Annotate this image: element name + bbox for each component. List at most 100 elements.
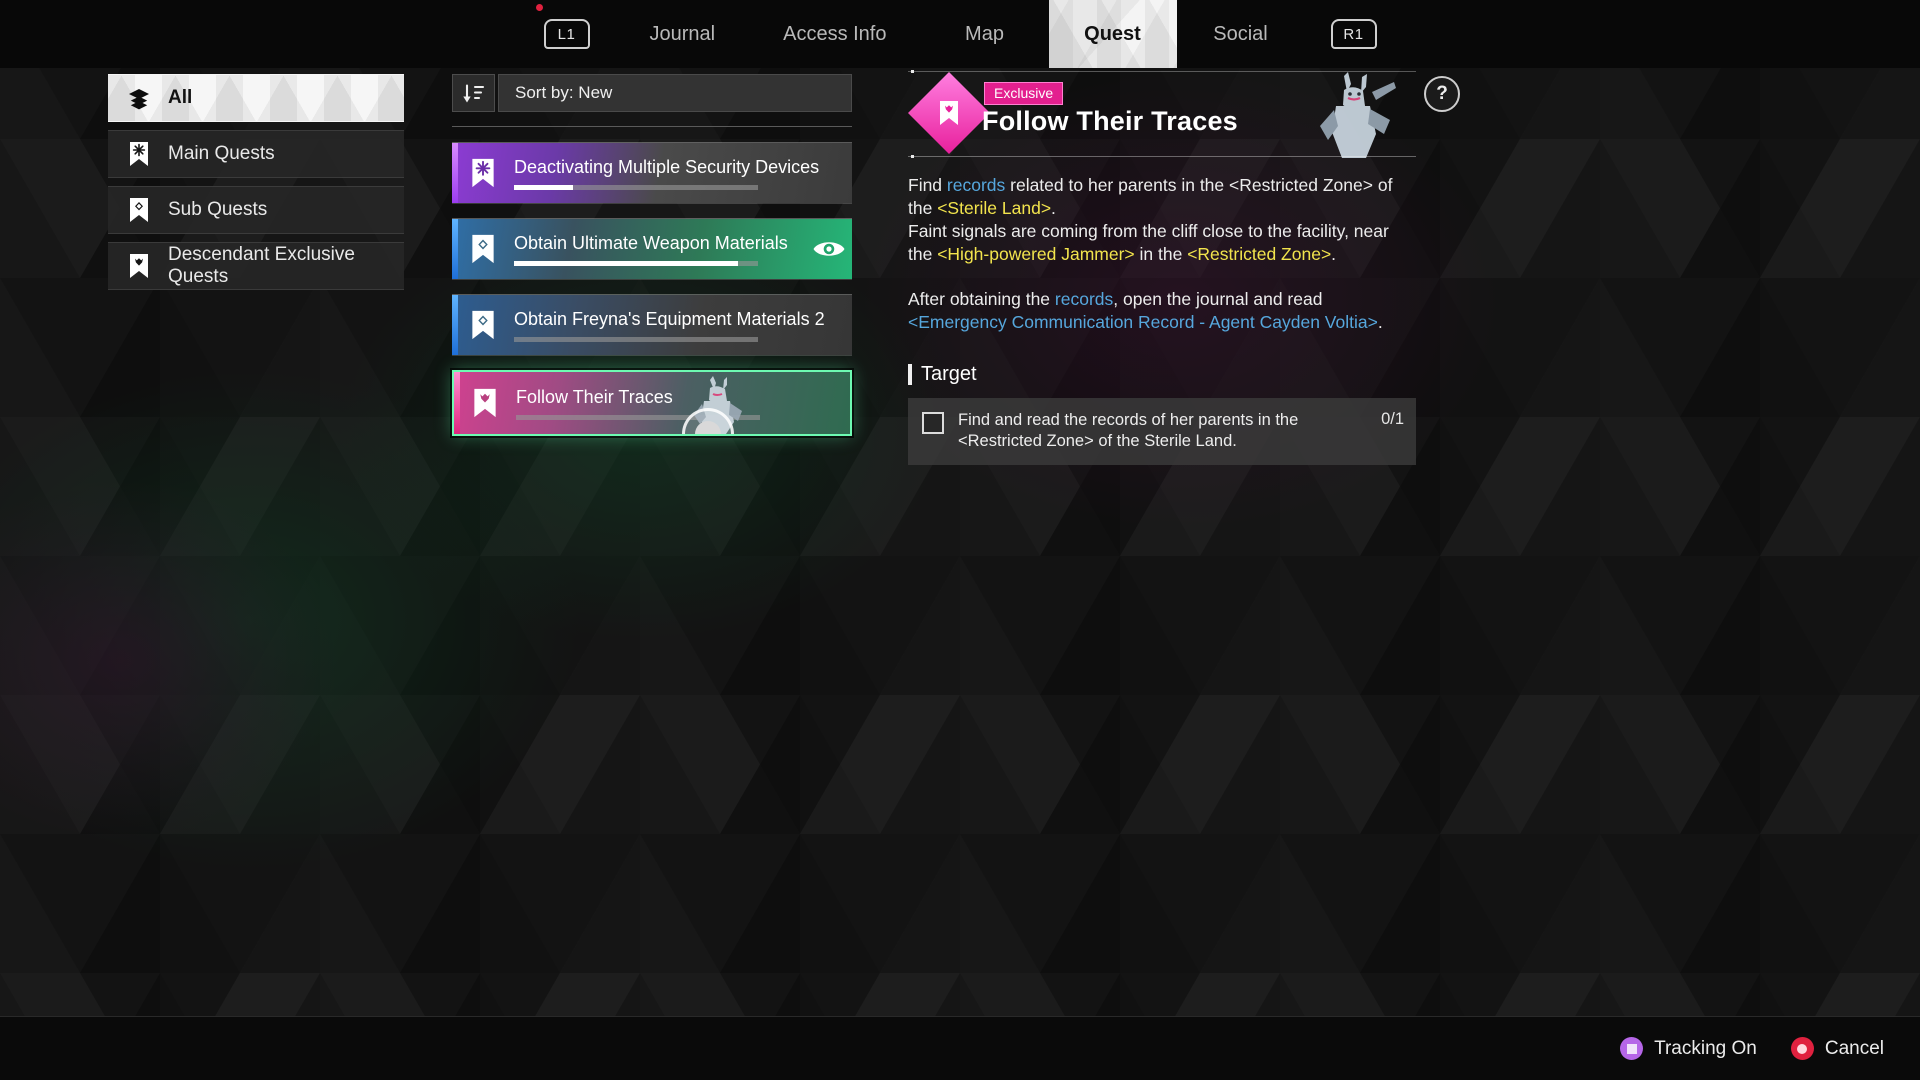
quest-list-divider	[452, 126, 852, 127]
quest-item-title: Obtain Ultimate Weapon Materials	[514, 232, 788, 253]
quest-item-title: Obtain Freyna's Equipment Materials 2	[514, 308, 825, 329]
quest-list-item-follow-their-traces[interactable]: Follow Their Traces	[452, 370, 852, 436]
eye-icon[interactable]	[802, 237, 852, 261]
quest-progress-bar	[514, 260, 758, 266]
r1-bumper-icon[interactable]: R1	[1330, 19, 1377, 49]
tab-map-label: Map	[965, 22, 1004, 45]
quest-description: Find records related to her parents in t…	[908, 174, 1428, 335]
sidebar-item-descendant-exclusive-quests-label: Descendant Exclusive Quests	[168, 244, 355, 287]
sidebar-item-all[interactable]: All	[108, 74, 404, 122]
quest-progress-bar	[514, 184, 758, 190]
tracking-on-button[interactable]: Tracking On	[1620, 1037, 1757, 1060]
quest-item-body: Deactivating Multiple Security Devices	[514, 157, 852, 190]
tab-quest[interactable]: Quest	[1048, 0, 1177, 68]
target-heading-label: Target	[921, 362, 977, 385]
tab-map[interactable]: Map	[921, 0, 1049, 68]
bookmark-star-icon	[126, 141, 152, 167]
bookmark-star-icon	[452, 157, 514, 189]
bunny-character-portrait	[1320, 72, 1396, 158]
sidebar-item-all-label: All	[168, 87, 193, 108]
description-line: the <Sterile Land>.	[908, 197, 1428, 220]
journal-notification-dot	[536, 4, 543, 11]
quest-list-item-obtain-ultimate-weapon-materials[interactable]: Obtain Ultimate Weapon Materials	[452, 218, 852, 280]
sort-select[interactable]: Sort by: New	[498, 74, 852, 112]
description-segment: .	[1051, 198, 1056, 219]
tab-social-label: Social	[1213, 22, 1268, 45]
description-line: Find records related to her parents in t…	[908, 174, 1428, 197]
sort-bar: Sort by: New	[452, 74, 852, 112]
objective-row: Find and read the records of her parents…	[908, 397, 1416, 466]
quest-item-title: Deactivating Multiple Security Devices	[514, 156, 820, 177]
sort-descending-icon[interactable]	[452, 74, 495, 112]
quest-list-item-obtain-freynas-equipment-materials-2[interactable]: Obtain Freyna's Equipment Materials 2	[452, 294, 852, 356]
quest-detail-panel: Exclusive Follow Their Traces Find recor…	[907, 68, 1428, 466]
tab-access-info[interactable]: Access Info	[749, 0, 920, 68]
quest-type-diamond-badge	[907, 71, 991, 155]
quest-list-panel: Sort by: New Deactivating Multiple Secur…	[452, 74, 852, 450]
detail-rule-bottom	[908, 155, 1416, 158]
l1-bumper-icon[interactable]: L1	[543, 19, 590, 49]
heading-accent-bar	[908, 363, 912, 385]
description-segment: After obtaining the	[908, 289, 1055, 310]
description-segment: .	[1331, 244, 1337, 265]
help-button[interactable]: ?	[1424, 76, 1460, 112]
description-line: Faint signals are coming from the cliff …	[908, 220, 1428, 243]
square-button-icon	[1620, 1037, 1644, 1060]
description-segment: Faint signals are coming from the cliff …	[908, 221, 1389, 242]
description-segment: .	[1377, 312, 1383, 333]
cancel-button[interactable]: Cancel	[1790, 1037, 1884, 1060]
objective-text: Find and read the records of her parents…	[958, 410, 1299, 451]
sidebar-item-main-quests-label: Main Quests	[168, 143, 275, 164]
status-badge-exclusive: Exclusive	[984, 82, 1064, 105]
objective-checkbox[interactable]	[922, 411, 944, 434]
bookmark-diamond-icon	[452, 233, 514, 265]
description-keyword-restricted-zone: <Restricted Zone>	[1187, 244, 1332, 265]
description-keyword-sterile-land: <Sterile Land>	[937, 198, 1052, 219]
bookmark-crown-icon	[938, 100, 960, 126]
quest-item-title: Follow Their Traces	[516, 386, 673, 407]
bookmark-diamond-icon	[126, 197, 152, 223]
description-link-emergency-communication-record[interactable]: <Emergency Communication Record - Agent …	[908, 312, 1378, 332]
tab-journal-label: Journal	[649, 22, 716, 45]
quest-detail-header: Exclusive Follow Their Traces	[907, 68, 1428, 160]
bookmark-crown-icon	[454, 387, 516, 419]
cancel-label: Cancel	[1824, 1037, 1884, 1059]
objective-counter: 0/1	[1381, 409, 1404, 428]
tab-journal[interactable]: Journal	[616, 0, 750, 68]
bookmark-diamond-icon	[452, 309, 514, 341]
description-line: After obtaining the records, open the jo…	[908, 288, 1428, 311]
help-icon: ?	[1436, 83, 1448, 104]
quest-category-sidebar: All Main Quests Sub Quests Descendant Ex…	[108, 74, 404, 298]
sidebar-item-descendant-exclusive-quests[interactable]: Descendant Exclusive Quests	[108, 242, 404, 290]
quest-item-body: Obtain Ultimate Weapon Materials	[514, 233, 802, 266]
tab-access-info-label: Access Info	[783, 22, 887, 45]
description-segment: , open the journal and read	[1113, 289, 1323, 310]
quest-list-item-deactivating-multiple-security-devices[interactable]: Deactivating Multiple Security Devices	[452, 142, 852, 204]
description-segment: the	[908, 198, 938, 219]
target-section-heading: Target	[908, 363, 1428, 386]
tracking-on-label: Tracking On	[1654, 1037, 1757, 1059]
description-segment: in the	[1134, 244, 1188, 265]
page-title: Follow Their Traces	[982, 106, 1238, 136]
description-keyword-high-powered-jammer: <High-powered Jammer>	[937, 244, 1135, 265]
tab-quest-label: Quest	[1084, 22, 1141, 45]
footer-action-bar: Tracking On Cancel	[0, 1016, 1920, 1080]
quest-progress-bar	[514, 336, 758, 342]
description-keyword-records: records	[946, 175, 1006, 195]
description-segment: the	[908, 244, 938, 265]
description-segment: Find	[908, 175, 947, 195]
description-line: the <High-powered Jammer> in the <Restri…	[908, 243, 1428, 266]
description-line: <Emergency Communication Record - Agent …	[908, 311, 1428, 334]
quest-item-body: Obtain Freyna's Equipment Materials 2	[514, 309, 852, 342]
sort-select-label: Sort by: New	[515, 83, 613, 102]
sidebar-item-main-quests[interactable]: Main Quests	[108, 130, 404, 178]
sidebar-item-sub-quests[interactable]: Sub Quests	[108, 186, 404, 234]
tab-social[interactable]: Social	[1177, 0, 1305, 68]
circle-button-icon	[1790, 1037, 1814, 1060]
bookmark-crown-icon	[126, 253, 152, 279]
layers-icon	[126, 85, 152, 111]
sidebar-item-sub-quests-label: Sub Quests	[168, 199, 268, 220]
description-segment: related to her parents in the <Restricte…	[1005, 175, 1393, 195]
description-keyword-records: records	[1054, 289, 1114, 310]
